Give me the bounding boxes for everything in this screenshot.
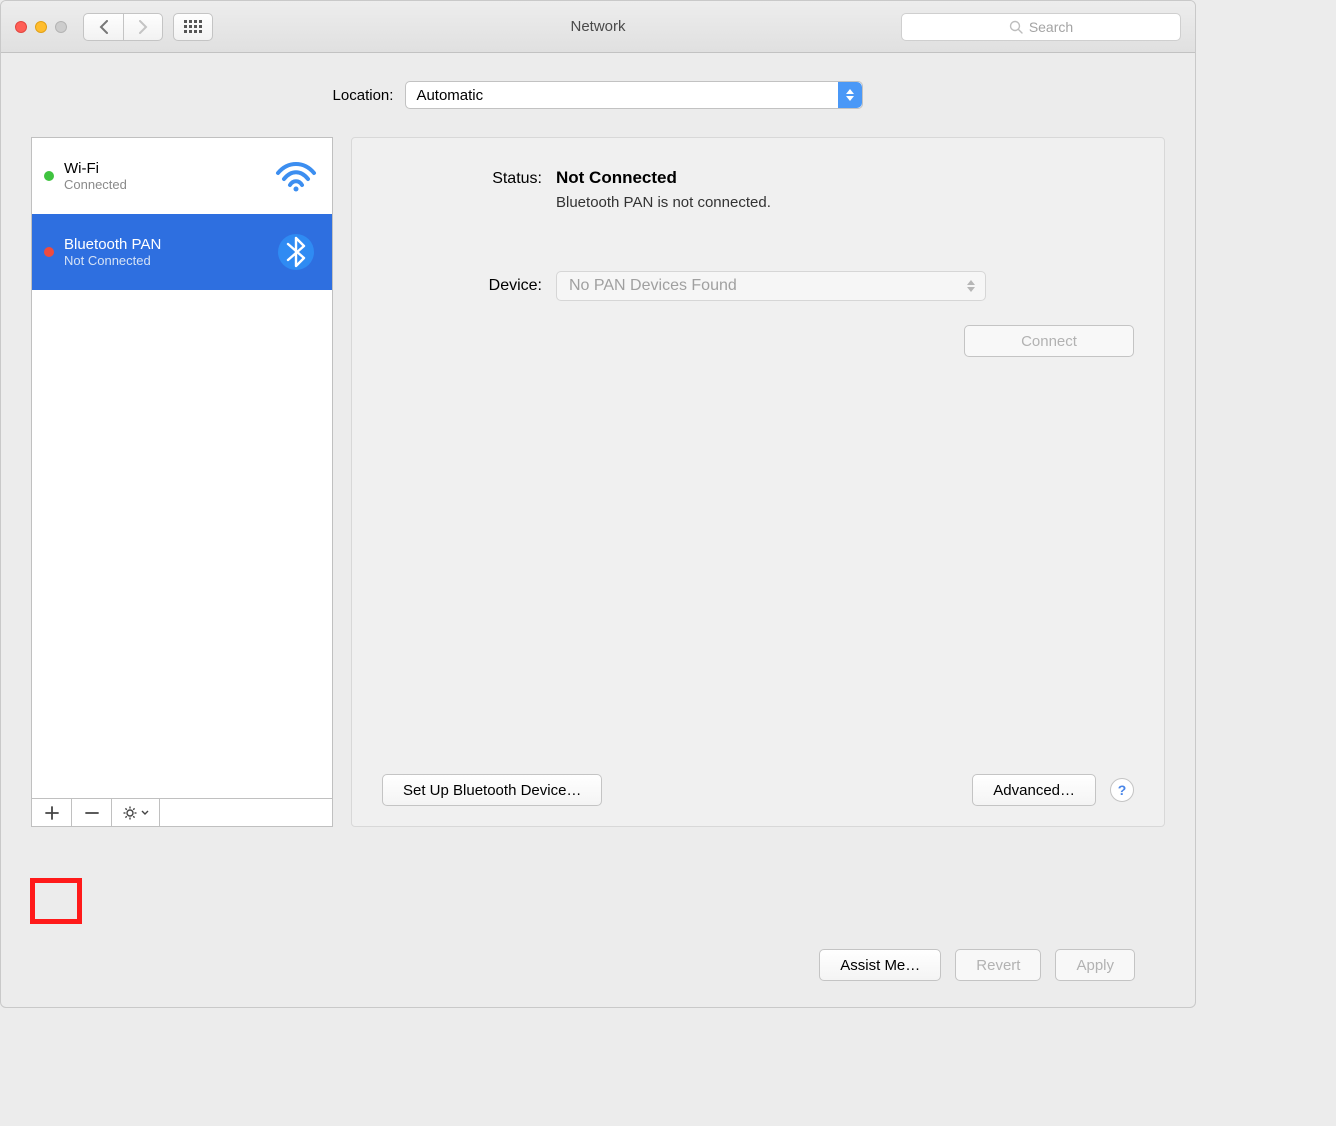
status-value: Not Connected: [556, 168, 677, 188]
panel-bottom-right: Advanced… ?: [972, 774, 1134, 806]
plus-icon: [45, 806, 59, 820]
content-area: Location: Automatic Wi-Fi Connected: [1, 53, 1195, 1007]
device-label: Device:: [382, 277, 542, 295]
location-label: Location:: [333, 87, 394, 104]
minimize-window-button[interactable]: [35, 21, 47, 33]
select-stepper-icon: [838, 82, 862, 108]
panel-bottom-row: Set Up Bluetooth Device… Advanced… ?: [382, 774, 1134, 806]
service-text: Wi-Fi Connected: [64, 160, 262, 192]
annotation-highlight: [30, 878, 82, 924]
chevron-right-icon: [138, 20, 148, 34]
gear-icon: [123, 805, 139, 821]
remove-service-button[interactable]: [72, 799, 112, 826]
select-stepper-icon: [963, 272, 979, 300]
nav-buttons: [83, 13, 163, 41]
device-value: No PAN Devices Found: [569, 277, 737, 295]
status-label: Status:: [382, 170, 542, 188]
device-row: Device: No PAN Devices Found: [382, 271, 1134, 301]
sidebar-toolbar: [32, 798, 332, 826]
traffic-lights: [15, 21, 67, 33]
service-text: Bluetooth PAN Not Connected: [64, 236, 262, 268]
connect-row: Connect: [382, 325, 1134, 357]
question-icon: ?: [1118, 782, 1127, 798]
footer-row: Assist Me… Revert Apply: [31, 923, 1165, 1007]
service-status: Not Connected: [64, 253, 262, 268]
close-window-button[interactable]: [15, 21, 27, 33]
apply-button[interactable]: Apply: [1055, 949, 1135, 981]
zoom-window-button[interactable]: [55, 21, 67, 33]
sidebar-container: Wi-Fi Connected: [31, 137, 333, 923]
bluetooth-icon: [272, 232, 320, 272]
titlebar: Network Search: [1, 1, 1195, 53]
network-prefs-window: Network Search Location: Automatic: [0, 0, 1196, 1008]
service-status: Connected: [64, 177, 262, 192]
location-select[interactable]: Automatic: [405, 81, 863, 109]
search-icon: [1009, 20, 1023, 34]
wifi-icon: [272, 156, 320, 196]
revert-button[interactable]: Revert: [955, 949, 1041, 981]
chevron-down-icon: [141, 810, 149, 816]
advanced-button[interactable]: Advanced…: [972, 774, 1096, 806]
add-service-button[interactable]: [32, 799, 72, 826]
connect-button[interactable]: Connect: [964, 325, 1134, 357]
setup-bluetooth-button[interactable]: Set Up Bluetooth Device…: [382, 774, 602, 806]
service-item-wifi[interactable]: Wi-Fi Connected: [32, 138, 332, 214]
help-button[interactable]: ?: [1110, 778, 1134, 802]
detail-panel: Status: Not Connected Bluetooth PAN is n…: [351, 137, 1165, 827]
main-area: Wi-Fi Connected: [31, 137, 1165, 923]
service-item-bluetooth-pan[interactable]: Bluetooth PAN Not Connected: [32, 214, 332, 290]
chevron-left-icon: [99, 20, 109, 34]
service-name: Wi-Fi: [64, 160, 262, 177]
status-message: Bluetooth PAN is not connected.: [556, 194, 1134, 211]
search-placeholder: Search: [1029, 19, 1073, 35]
status-dot-disconnected: [44, 247, 54, 257]
grid-icon: [184, 20, 202, 33]
status-dot-connected: [44, 171, 54, 181]
location-value: Automatic: [416, 87, 483, 104]
device-select[interactable]: No PAN Devices Found: [556, 271, 986, 301]
assist-me-button[interactable]: Assist Me…: [819, 949, 941, 981]
location-row: Location: Automatic: [31, 81, 1165, 109]
status-row: Status: Not Connected: [382, 168, 1134, 188]
back-button[interactable]: [83, 13, 123, 41]
search-input[interactable]: Search: [901, 13, 1181, 41]
minus-icon: [85, 806, 99, 820]
forward-button[interactable]: [123, 13, 163, 41]
service-list: Wi-Fi Connected: [32, 138, 332, 798]
service-actions-button[interactable]: [112, 799, 160, 826]
services-sidebar: Wi-Fi Connected: [31, 137, 333, 827]
show-all-button[interactable]: [173, 13, 213, 41]
service-name: Bluetooth PAN: [64, 236, 262, 253]
